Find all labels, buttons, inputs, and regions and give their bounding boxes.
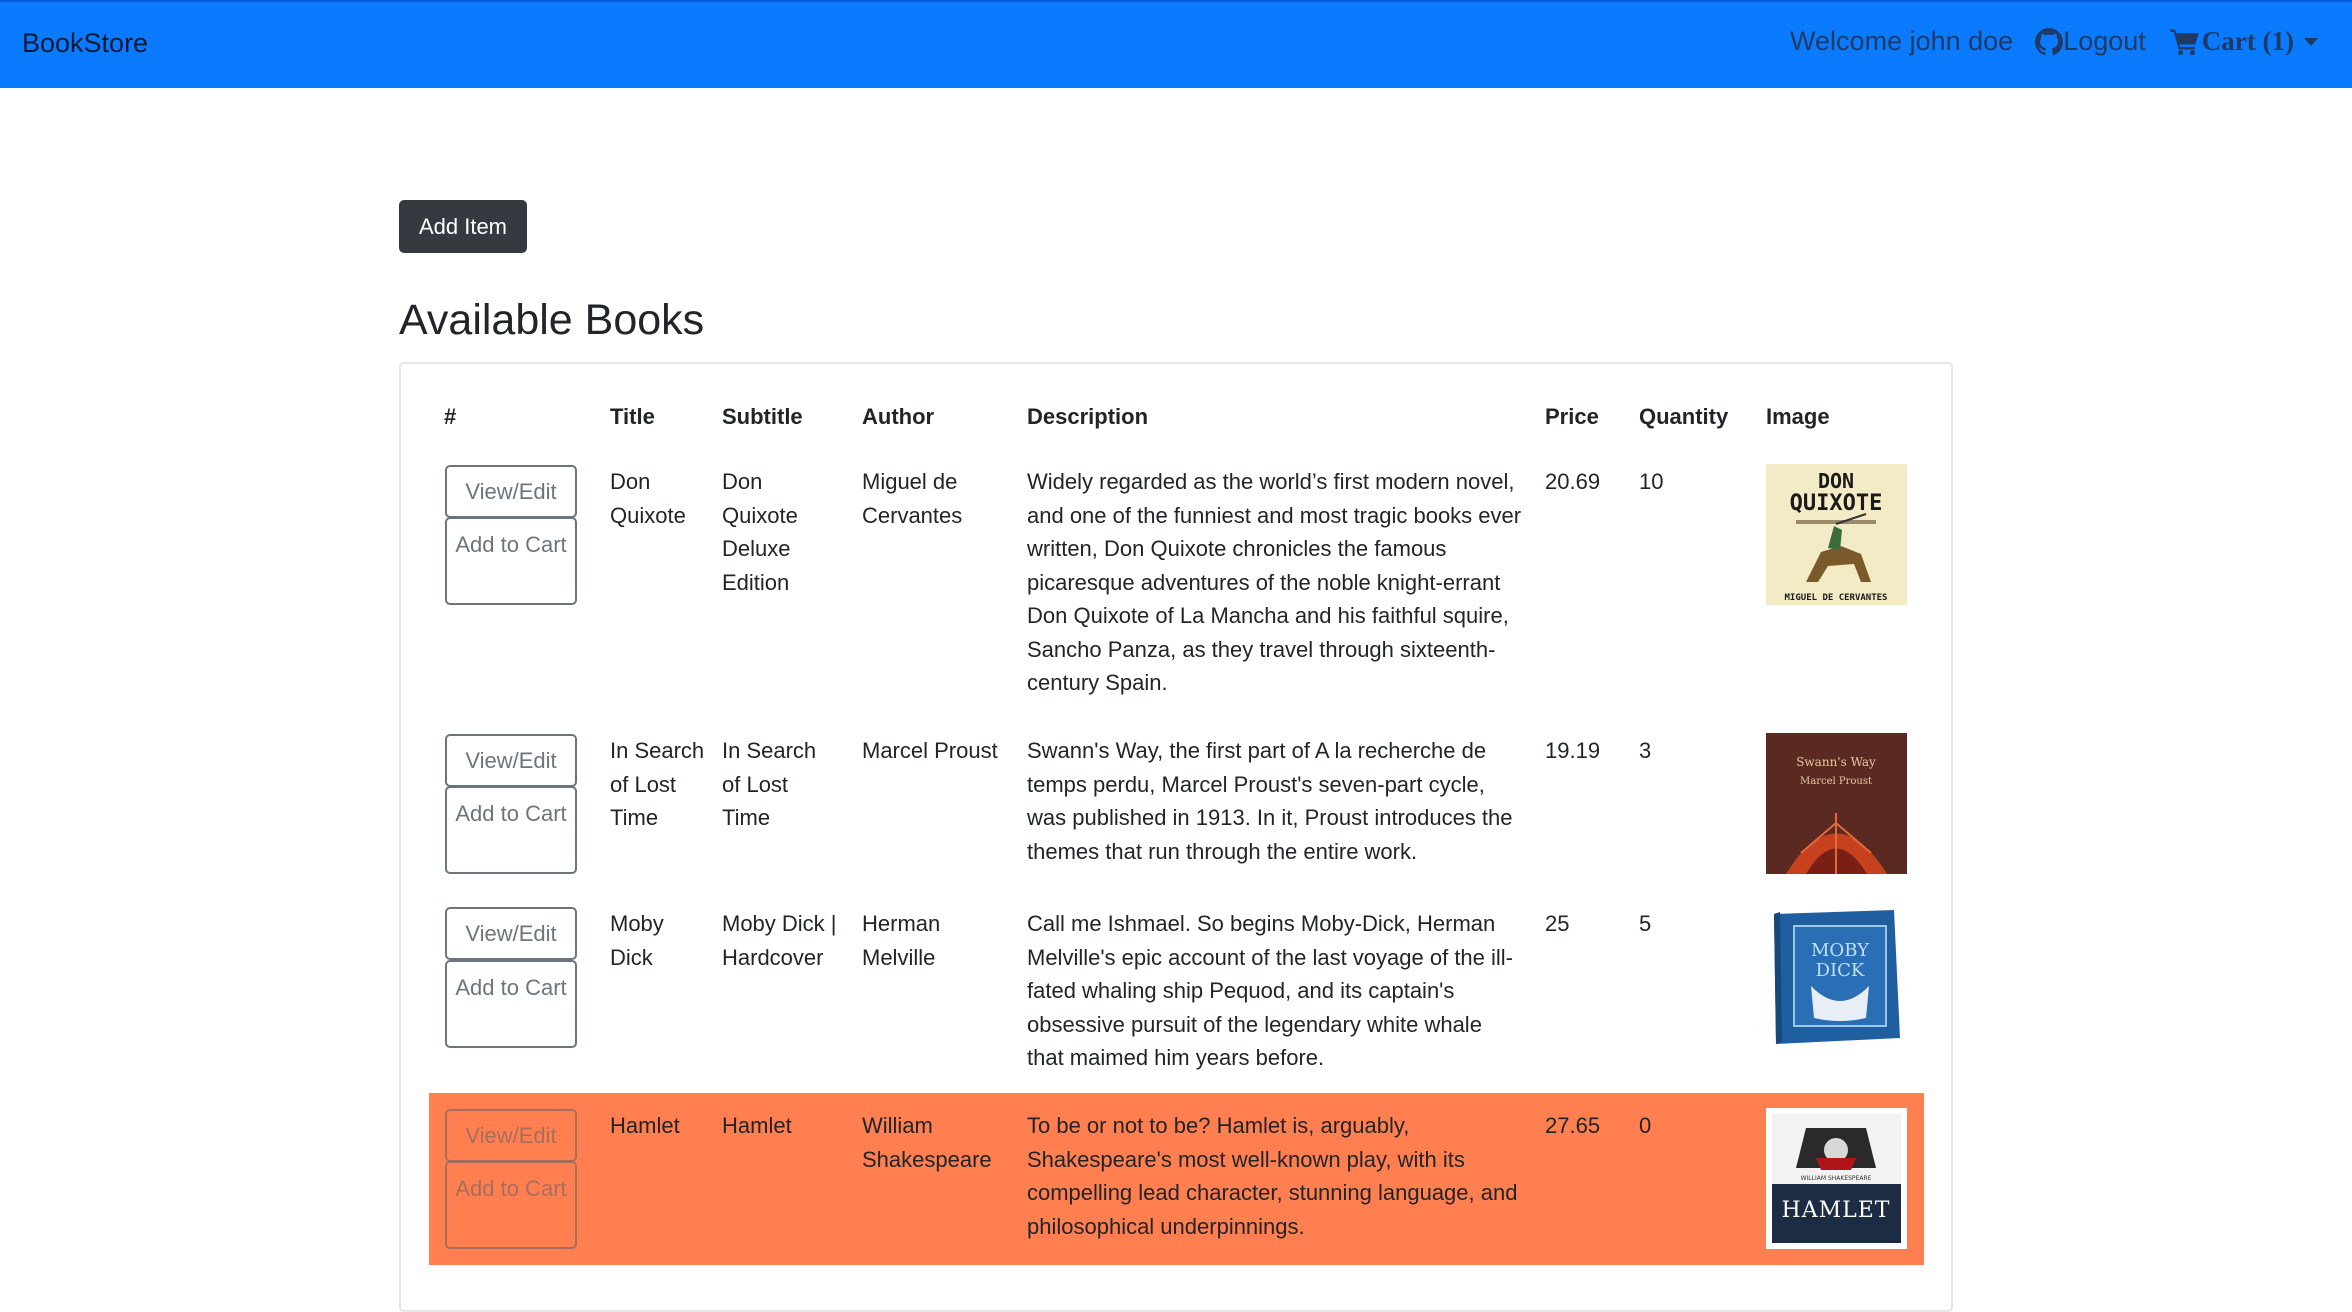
svg-text:DON: DON — [1818, 469, 1854, 493]
book-cover-image: Swann's Way Marcel Proust — [1766, 733, 1907, 874]
header-description: Description — [1027, 404, 1149, 429]
book-quantity: 5 — [1639, 911, 1652, 936]
view-edit-button[interactable]: View/Edit — [445, 1109, 577, 1162]
header-index: # — [444, 404, 457, 429]
svg-text:DICK: DICK — [1816, 960, 1865, 981]
header-author: Author — [862, 404, 935, 429]
view-edit-button[interactable]: View/Edit — [445, 465, 577, 518]
book-title: In Search of Lost Time — [610, 738, 705, 830]
header-subtitle: Subtitle — [722, 404, 803, 429]
book-quantity: 10 — [1639, 469, 1664, 494]
header-quantity: Quantity — [1639, 404, 1729, 429]
book-description: Widely regarded as the world’s first mod… — [1027, 469, 1522, 695]
book-author: Herman Melville — [862, 911, 941, 970]
book-price: 20.69 — [1545, 469, 1601, 494]
book-author: Marcel Proust — [862, 738, 998, 763]
view-edit-button[interactable]: View/Edit — [445, 734, 577, 787]
svg-text:Swann's Way: Swann's Way — [1796, 755, 1876, 769]
add-item-button[interactable]: Add Item — [399, 200, 527, 253]
book-cover-image: WILLIAM SHAKESPEARE HAMLET — [1766, 1108, 1907, 1249]
book-subtitle: In Search of Lost Time — [722, 738, 817, 830]
cart-icon — [2169, 28, 2200, 56]
book-price: 19.19 — [1545, 738, 1601, 763]
cover-author-text: MIGUEL DE CERVANTES — [1785, 593, 1888, 603]
github-icon — [2035, 27, 2064, 56]
chevron-down-icon — [2304, 37, 2318, 46]
book-title: Hamlet — [610, 1113, 680, 1138]
book-cover-image: MOBY DICK — [1766, 906, 1907, 1047]
book-title: Don Quixote — [610, 469, 686, 528]
book-price: 25 — [1545, 911, 1570, 936]
add-to-cart-button[interactable]: Add to Cart — [445, 786, 577, 874]
svg-text:HAMLET: HAMLET — [1782, 1198, 1891, 1223]
cart-dropdown[interactable]: Cart (1) — [2169, 26, 2318, 57]
book-subtitle: Moby Dick | Hardcover — [722, 911, 837, 970]
book-quantity: 3 — [1639, 738, 1652, 763]
book-author: William Shakespeare — [862, 1113, 992, 1172]
logout-label: Logout — [2063, 26, 2146, 56]
header-image: Image — [1766, 404, 1830, 429]
book-subtitle: Hamlet — [722, 1113, 792, 1138]
book-price: 27.65 — [1545, 1113, 1601, 1138]
welcome-text: Welcome john doe — [1790, 26, 2014, 56]
book-author: Miguel de Cervantes — [862, 469, 963, 528]
header-price: Price — [1545, 404, 1599, 429]
book-description: Call me Ishmael. So begins Moby-Dick, He… — [1027, 911, 1513, 1070]
book-title: Moby Dick — [610, 911, 664, 970]
book-cover-image: DON QUIXOTE MIGUEL DE CERVANTES — [1766, 464, 1907, 605]
brand-link[interactable]: BookStore — [22, 28, 148, 59]
svg-text:Marcel Proust: Marcel Proust — [1800, 776, 1872, 787]
header-title: Title — [610, 404, 655, 429]
svg-text:MOBY: MOBY — [1811, 940, 1870, 961]
book-quantity: 0 — [1639, 1113, 1652, 1138]
book-subtitle: Don Quixote Deluxe Edition — [722, 469, 798, 595]
cart-label: Cart (1) — [2201, 26, 2294, 56]
book-description: Swann's Way, the first part of A la rech… — [1027, 738, 1513, 864]
page-title: Available Books — [399, 296, 705, 344]
book-description: To be or not to be? Hamlet is, arguably,… — [1027, 1113, 1518, 1239]
add-to-cart-button[interactable]: Add to Cart — [445, 517, 577, 605]
top-navbar: BookStore Welcome john doe Logout Cart (… — [0, 0, 2352, 88]
add-to-cart-button[interactable]: Add to Cart — [445, 960, 577, 1048]
view-edit-button[interactable]: View/Edit — [445, 907, 577, 960]
svg-text:WILLIAM SHAKESPEARE: WILLIAM SHAKESPEARE — [1801, 1175, 1872, 1182]
navbar-right-group: Welcome john doe Logout Cart (1) — [1790, 26, 2318, 57]
svg-text:QUIXOTE: QUIXOTE — [1790, 491, 1883, 516]
add-to-cart-button[interactable]: Add to Cart — [445, 1161, 577, 1249]
logout-link[interactable]: Logout — [2035, 26, 2146, 57]
